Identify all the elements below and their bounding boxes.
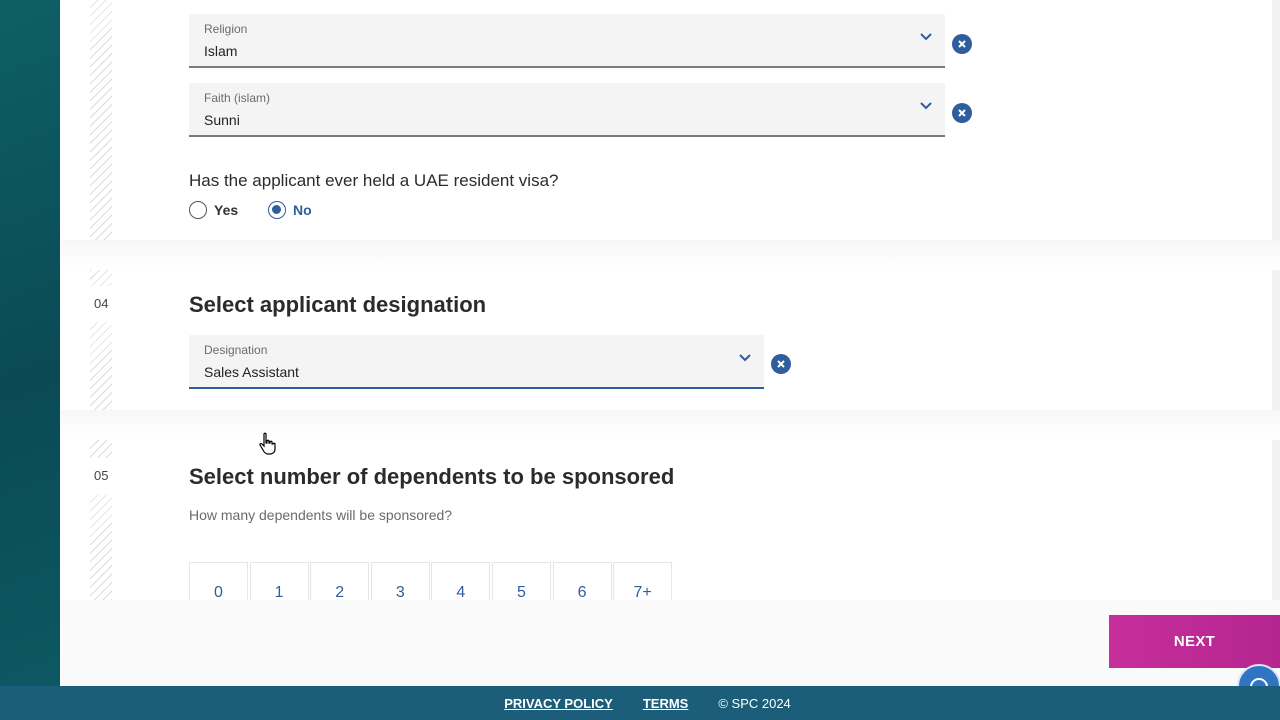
dependents-option-3[interactable]: 3 xyxy=(370,562,430,600)
designation-label: Designation xyxy=(204,343,268,357)
dependents-option-7plus[interactable]: 7+ xyxy=(613,562,673,600)
faith-label: Faith (islam) xyxy=(204,91,271,105)
section-divider xyxy=(60,410,1280,440)
dependents-option-5[interactable]: 5 xyxy=(491,562,551,600)
action-bar xyxy=(60,600,1280,686)
clear-faith-button[interactable] xyxy=(952,103,972,123)
designation-value: Sales Assistant xyxy=(204,364,299,380)
religion-label: Religion xyxy=(204,22,248,36)
clear-icon xyxy=(777,360,785,368)
section-title: Select applicant designation xyxy=(189,292,487,317)
left-rail xyxy=(0,0,60,686)
section-divider xyxy=(60,240,1280,270)
chevron-down-icon[interactable] xyxy=(738,353,752,363)
clear-religion-button[interactable] xyxy=(952,34,972,54)
step-number: 04 xyxy=(94,296,109,311)
dependents-selector: 0 1 2 3 4 5 6 7+ xyxy=(189,562,674,600)
copyright-text: © SPC 2024 xyxy=(718,695,791,711)
faith-value: Sunni xyxy=(204,112,240,128)
dependents-option-0[interactable]: 0 xyxy=(189,562,248,600)
pointer-cursor-icon xyxy=(259,432,276,455)
form-page: Religion Islam Faith (islam) Sunni Has t… xyxy=(60,0,1280,600)
visa-yes-option[interactable]: Yes xyxy=(189,201,238,219)
dependents-option-6[interactable]: 6 xyxy=(552,562,612,600)
terms-link[interactable]: TERMS xyxy=(643,696,689,711)
clear-icon xyxy=(958,40,966,48)
section-title: Select number of dependents to be sponso… xyxy=(189,464,675,489)
clear-designation-button[interactable] xyxy=(771,354,791,374)
clear-icon xyxy=(958,109,966,117)
designation-select[interactable]: Designation Sales Assistant xyxy=(189,335,764,389)
visa-no-label[interactable]: No xyxy=(293,202,312,218)
chevron-down-icon[interactable] xyxy=(919,32,933,42)
next-button[interactable]: NEXT xyxy=(1109,615,1280,668)
chevron-down-icon[interactable] xyxy=(919,101,933,111)
scroll-edge[interactable] xyxy=(1272,0,1280,600)
faith-select[interactable]: Faith (islam) Sunni xyxy=(189,83,945,137)
dependents-option-1[interactable]: 1 xyxy=(249,562,309,600)
dependents-option-4[interactable]: 4 xyxy=(431,562,491,600)
dependents-helper-text: How many dependents will be sponsored? xyxy=(189,507,453,523)
privacy-policy-link[interactable]: PRIVACY POLICY xyxy=(504,696,613,711)
visa-no-radio[interactable] xyxy=(268,201,286,219)
footer: PRIVACY POLICY TERMS © SPC 2024 xyxy=(0,686,1280,720)
religion-value: Islam xyxy=(204,43,238,59)
visa-yes-label[interactable]: Yes xyxy=(214,202,238,218)
visa-no-option[interactable]: No xyxy=(268,201,312,219)
visa-question: Has the applicant ever held a UAE reside… xyxy=(189,171,559,190)
visa-yes-radio[interactable] xyxy=(189,201,207,219)
dependents-option-2[interactable]: 2 xyxy=(310,562,370,600)
step-number: 05 xyxy=(94,468,109,483)
progress-stripe xyxy=(90,495,112,600)
religion-select[interactable]: Religion Islam xyxy=(189,14,945,68)
